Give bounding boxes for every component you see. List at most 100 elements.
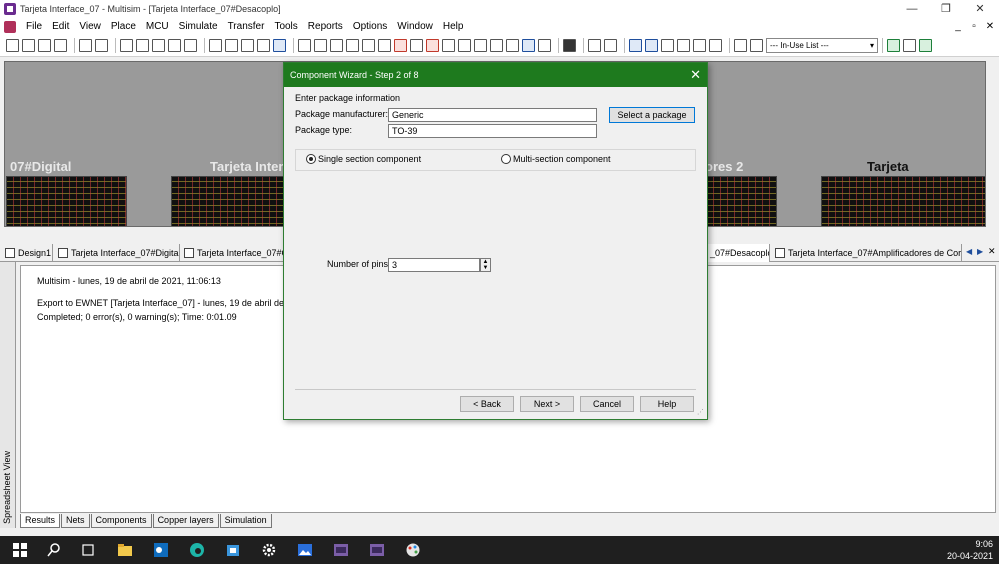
zoom-in-icon[interactable] [209,39,222,52]
task-view-icon[interactable] [80,542,96,558]
dialog-title-bar[interactable]: Component Wizard - Step 2 of 8 ✕ [284,63,707,87]
restore-button[interactable]: ❐ [929,0,963,18]
redo-icon[interactable] [184,39,197,52]
place-electromechanical-icon[interactable] [506,39,519,52]
canvas-vertical-scrollbar[interactable] [986,61,999,227]
number-of-pins-input[interactable]: 3 [388,258,480,272]
multi-section-label[interactable]: Multi-section component [513,154,611,164]
place-rf-icon[interactable] [490,39,503,52]
place-basic-icon[interactable] [314,39,327,52]
component-wizard-icon[interactable] [750,39,763,52]
place-ttl-icon[interactable] [378,39,391,52]
in-use-list-dropdown[interactable]: --- In-Use List --- [766,38,878,53]
settings-gear-icon[interactable] [261,542,277,558]
breadboard-icon[interactable] [709,39,722,52]
system-clock[interactable]: 9:06 20-04-2021 [947,538,993,562]
forward-annotate-icon[interactable] [919,39,932,52]
tab-close-icon[interactable]: ✕ [988,246,996,257]
package-manufacturer-input[interactable]: Generic [388,108,597,122]
mdi-minimize-button[interactable]: _ [952,18,964,35]
multi-section-radio[interactable] [501,154,511,164]
place-transistor-icon[interactable] [346,39,359,52]
open-samples-icon[interactable] [38,39,51,52]
mdi-close-button[interactable]: ✕ [984,18,996,35]
single-section-label[interactable]: Single section component [318,154,421,164]
cancel-button[interactable]: Cancel [580,396,634,412]
tab-design1[interactable]: Design1 [2,244,53,262]
zoom-sheet-icon[interactable] [257,39,270,52]
print-preview-icon[interactable] [95,39,108,52]
place-bus-icon[interactable] [588,39,601,52]
single-section-radio[interactable] [306,154,316,164]
menu-simulate[interactable]: Simulate [174,18,223,35]
print-icon[interactable] [79,39,92,52]
file-explorer-icon[interactable] [117,542,133,558]
tab-amplificadores[interactable]: Tarjeta Interface_07#Amplificadores de C… [772,244,962,262]
paste-icon[interactable] [152,39,165,52]
sheet-thumbnail-digital[interactable] [6,176,127,226]
close-button[interactable]: ✕ [963,0,997,18]
place-indicator-icon[interactable] [426,39,439,52]
minimize-button[interactable]: — [895,0,929,18]
hierarchy-icon[interactable] [734,39,747,52]
spreadsheet-view-icon[interactable] [645,39,658,52]
edge-icon[interactable] [189,542,205,558]
erc-icon[interactable] [887,39,900,52]
new-icon[interactable] [6,39,19,52]
tab-simulation[interactable]: Simulation [219,514,272,528]
sheet-thumbnail-desacoplo[interactable] [821,176,985,226]
menu-reports[interactable]: Reports [303,18,348,35]
document-icon[interactable] [4,20,16,33]
full-screen-icon[interactable] [273,39,286,52]
back-annotate-icon[interactable] [903,39,916,52]
paint-icon[interactable] [405,542,421,558]
menu-place[interactable]: Place [106,18,141,35]
back-button[interactable]: < Back [460,396,514,412]
menu-file[interactable]: File [21,18,47,35]
open-icon[interactable] [22,39,35,52]
place-advanced-icon[interactable] [474,39,487,52]
tab-results[interactable]: Results [20,514,61,528]
zoom-area-icon[interactable] [241,39,254,52]
multisim-active-taskbar-icon[interactable] [369,542,385,558]
menu-help[interactable]: Help [438,18,469,35]
menu-tools[interactable]: Tools [269,18,302,35]
package-type-input[interactable]: TO-39 [388,124,597,138]
database-manager-icon[interactable] [661,39,674,52]
tab-copper-layers[interactable]: Copper layers [152,514,219,528]
sheet-thumbnail-interface[interactable] [171,176,287,226]
tab-interface-c[interactable]: Tarjeta Interface_07#C [181,244,284,262]
grapher-icon[interactable] [677,39,690,52]
windows-start-icon[interactable] [12,542,28,558]
store-icon[interactable] [225,542,241,558]
tab-nets[interactable]: Nets [61,514,90,528]
place-wire-icon[interactable] [604,39,617,52]
place-source-icon[interactable] [298,39,311,52]
multisim-taskbar-icon[interactable] [333,542,349,558]
tab-digital[interactable]: Tarjeta Interface_07#Digital [55,244,180,262]
place-power-icon[interactable] [442,39,455,52]
save-icon[interactable] [54,39,67,52]
mdi-restore-button[interactable]: ▫ [968,18,980,35]
menu-window[interactable]: Window [392,18,438,35]
design-toolbox-icon[interactable] [629,39,642,52]
menu-edit[interactable]: Edit [47,18,74,35]
select-package-button[interactable]: Select a package [609,107,695,123]
pins-spinner[interactable]: ▲ ▼ [480,258,491,272]
resize-grip-icon[interactable]: ⋰ [697,409,705,417]
place-cmos-icon[interactable] [394,39,407,52]
zoom-out-icon[interactable] [225,39,238,52]
place-ni-icon[interactable] [522,39,535,52]
place-analog-icon[interactable] [362,39,375,52]
place-diode-icon[interactable] [330,39,343,52]
menu-mcu[interactable]: MCU [141,18,174,35]
place-misc-icon[interactable] [458,39,471,52]
menu-options[interactable]: Options [348,18,392,35]
dialog-close-icon[interactable]: ✕ [690,63,701,87]
menu-view[interactable]: View [74,18,106,35]
photos-icon[interactable] [297,542,313,558]
postprocessor-icon[interactable] [693,39,706,52]
place-connector-icon[interactable] [538,39,551,52]
copy-icon[interactable] [136,39,149,52]
tab-components[interactable]: Components [90,514,152,528]
